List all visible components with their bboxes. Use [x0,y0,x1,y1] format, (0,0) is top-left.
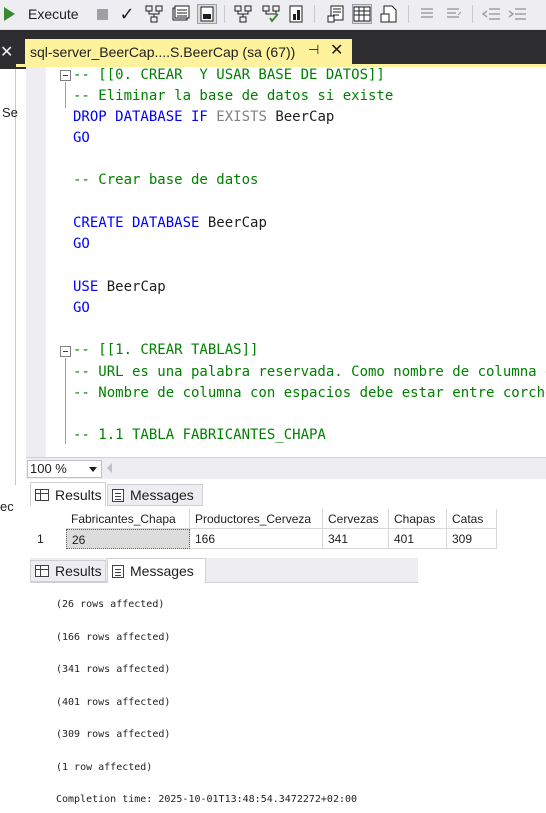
message-line: (401 rows affected) [56,697,171,708]
column-header[interactable]: Cervezas [323,509,389,529]
tab-messages[interactable]: Messages [107,484,203,506]
close-tab-icon[interactable]: ✕ [330,40,343,60]
lower-left-fragment: ec [0,499,14,514]
code-line: CREATE DATABASE BeerCap [73,215,267,231]
messages-icon [112,564,124,578]
scroll-left-icon[interactable] [107,463,112,473]
ssms-window: Execute ✓ ✕ Se ec sql-server_BeerCap....… [0,0,546,813]
column-header[interactable]: Productores_Cerveza [190,509,323,529]
play-icon [4,7,15,21]
results-to-icon[interactable] [171,4,191,24]
table-cell[interactable]: 26 [66,529,190,549]
comment-lines-icon[interactable] [417,4,437,24]
column-header[interactable]: Chapas [389,509,447,529]
client-stats-icon[interactable] [287,4,307,24]
pin-icon[interactable]: ⊣ [308,42,319,58]
message-line: (26 rows affected) [56,599,165,610]
table-cell[interactable]: 309 [447,529,497,549]
messages-icon [112,488,124,502]
decrease-indent-icon[interactable] [481,4,501,24]
uncomment-lines-icon[interactable] [443,4,463,24]
code-line: USE BeerCap [73,279,166,295]
parse-check-icon[interactable]: ✓ [117,4,137,24]
message-line: (341 rows affected) [56,664,171,675]
code-line: -- 1.1 TABLA FABRICANTES_CHAPA [73,427,326,443]
zoom-select[interactable]: 100 % [27,460,102,478]
code-line: GO [73,300,90,316]
code-line: -- [[1. CREAR TABLAS]] [73,342,259,358]
code-line: -- [[0. CREAR Y USAR BASE DE DATOS]] [73,67,385,83]
code-line: -- Eliminar la base de datos si existe [73,88,394,104]
zoom-value: 100 % [30,461,67,476]
execute-label: Execute [28,6,79,22]
tab-results[interactable]: Results [30,482,106,506]
object-explorer-panel: Se [0,69,18,485]
code-line: DROP DATABASE IF EXISTS BeerCap [73,109,335,125]
column-header[interactable]: Fabricantes_Chapa [66,509,190,529]
include-actual-plan-icon[interactable] [233,4,253,24]
chevron-down-icon [89,467,97,472]
grid-icon [35,488,49,501]
grid-icon [35,565,49,577]
table-cell[interactable]: 401 [389,529,447,549]
lower-left-panel: ec [0,485,26,813]
query-document-tab[interactable]: sql-server_BeerCap....S.BeerCap (sa (67)… [25,39,352,64]
code-line: -- URL es una palabra reservada. Como no… [73,364,546,380]
code-line: GO [73,130,90,146]
live-stats-icon[interactable] [261,4,281,24]
table-cell[interactable]: 166 [190,529,323,549]
tab-title: sql-server_BeerCap....S.BeerCap (sa (67)… [30,43,296,60]
tab-results-lower[interactable]: Results [30,560,106,582]
column-header[interactable]: Catas [447,509,497,529]
table-cell[interactable]: 341 [323,529,389,549]
message-line: (166 rows affected) [56,632,171,643]
execute-button[interactable]: Execute [4,3,79,25]
collapse-region-icon[interactable] [60,70,71,81]
stop-icon[interactable] [92,4,112,24]
estimated-plan-icon[interactable] [144,4,164,24]
message-line: (309 rows affected) [56,729,171,740]
tab-messages-lower[interactable]: Messages [107,558,206,583]
completion-time: Completion time: 2025-10-01T13:48:54.347… [56,794,358,805]
query-toolbar: Execute ✓ [0,0,546,30]
close-icon[interactable]: ✕ [0,42,13,62]
code-line: GO [73,236,90,252]
object-explorer-fragment: Se [2,105,18,120]
code-line: -- Nombre de columna con espacios debe e… [73,385,546,401]
editor-status-bar: 100 % [26,457,546,479]
row-number[interactable]: 1 [31,529,64,549]
message-line: (1 row affected) [56,762,153,773]
code-line: -- Crear base de datos [73,172,259,188]
collapse-region-icon[interactable] [60,346,71,357]
results-to-text-icon[interactable] [326,4,346,24]
results-to-grid-icon[interactable] [352,4,372,24]
increase-indent-icon[interactable] [507,4,527,24]
editor-margin [26,67,46,457]
sqlcmd-mode-icon[interactable] [197,4,217,24]
query-editor[interactable]: -- [[0. CREAR Y USAR BASE DE DATOS]] -- … [26,67,546,457]
results-to-file-icon[interactable] [379,4,399,24]
